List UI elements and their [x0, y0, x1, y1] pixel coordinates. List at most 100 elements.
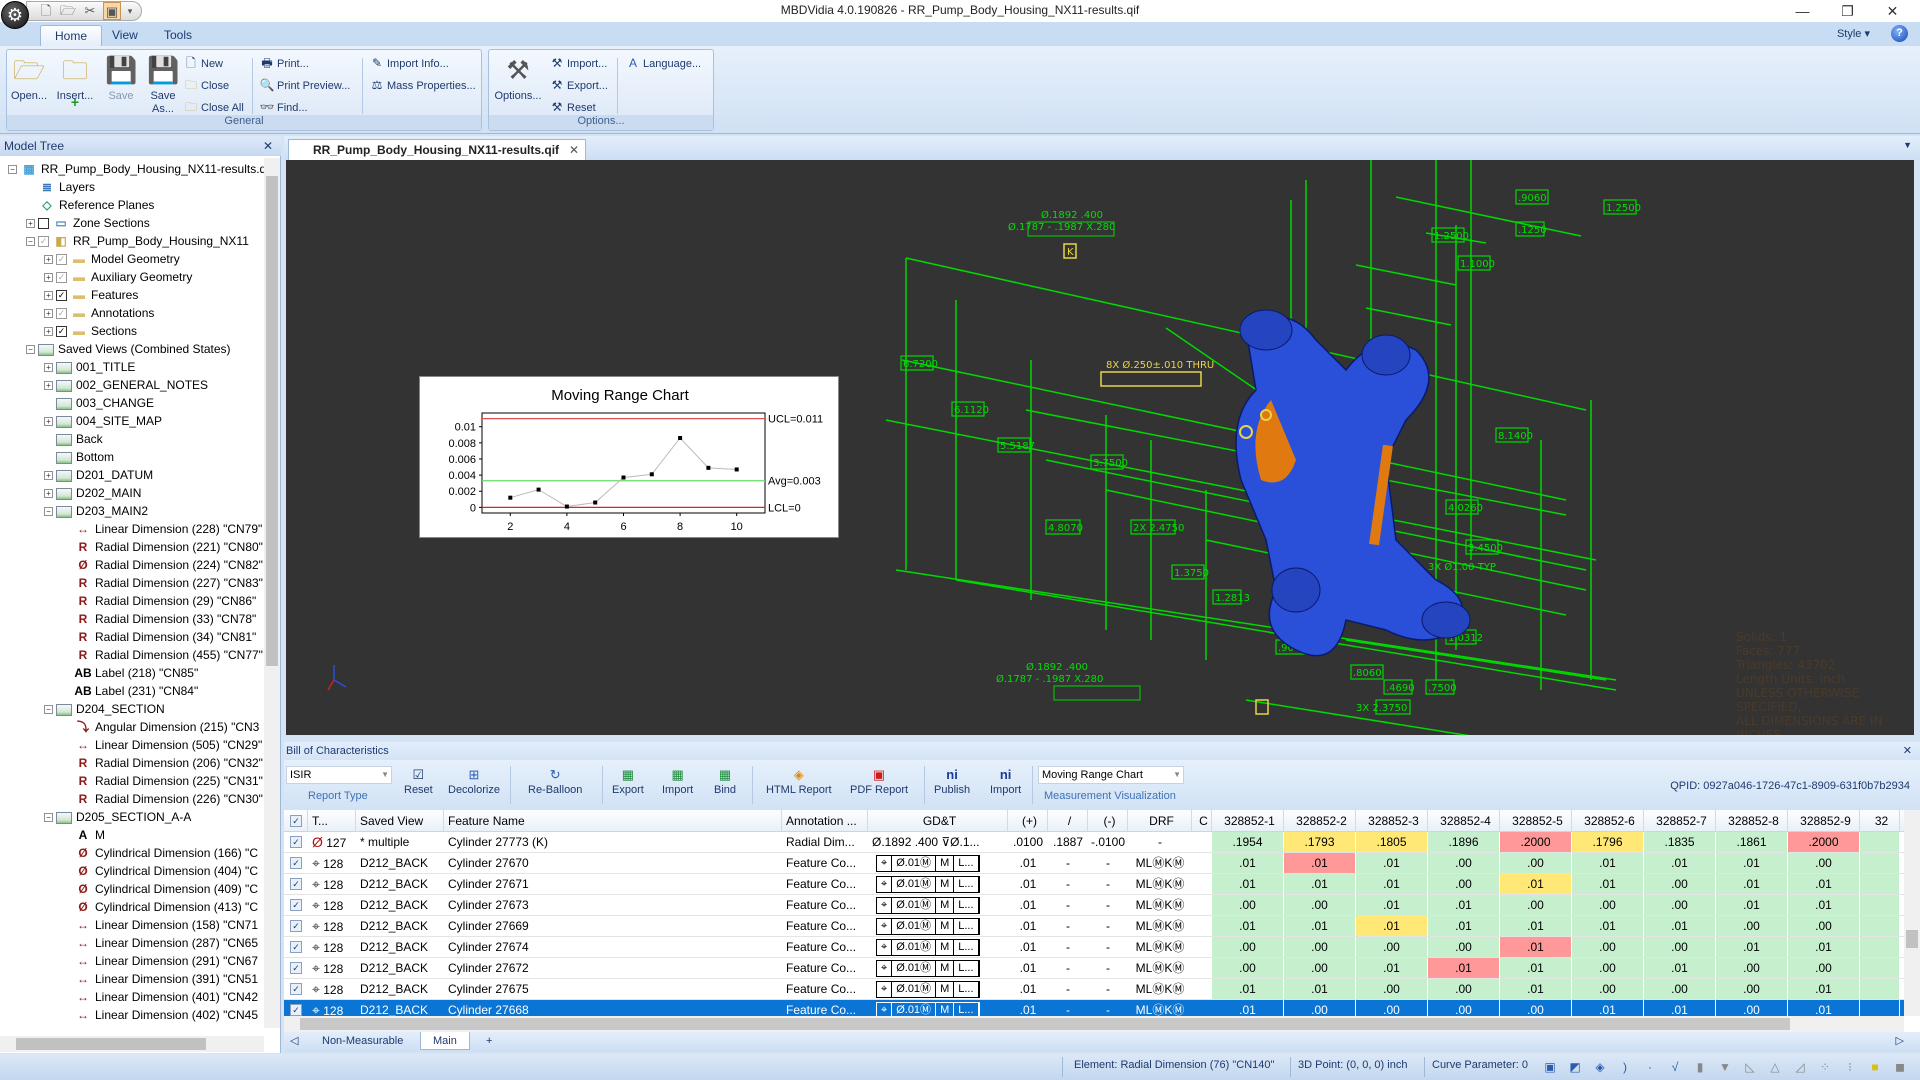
filter-cloud-icon[interactable]: ⁘ [1815, 1057, 1835, 1077]
help-icon[interactable]: ? [1891, 25, 1908, 42]
tree-node[interactable]: 003_CHANGE [44, 394, 154, 412]
measurement-cell[interactable]: .00 [1500, 1000, 1572, 1016]
column-header[interactable]: 328852-8 [1716, 810, 1788, 832]
application-menu-button[interactable]: ⚙ [1, 1, 29, 29]
grid-vertical-scrollbar[interactable] [1904, 810, 1920, 1016]
column-header[interactable]: DRF [1128, 810, 1192, 832]
tree-node[interactable]: ↔ Linear Dimension (228) "CN79" [62, 520, 262, 538]
measurement-cell[interactable]: .00 [1356, 979, 1428, 999]
measurement-cell[interactable]: .00 [1788, 916, 1860, 936]
measurement-cell[interactable]: .00 [1212, 937, 1284, 957]
reballoon-button[interactable]: ↻ Re-Balloon [528, 766, 582, 797]
row-checkbox[interactable]: ✓ [290, 941, 302, 953]
measurement-cell[interactable]: .01 [1284, 853, 1356, 873]
row-checkbox[interactable]: ✓ [290, 836, 302, 848]
column-header[interactable]: Annotation ... [782, 810, 868, 832]
measurement-cell[interactable]: .00 [1788, 958, 1860, 978]
tree-node[interactable]: R Radial Dimension (206) "CN32" [62, 754, 263, 772]
measurement-cell[interactable]: .01 [1644, 1000, 1716, 1016]
tree-node[interactable]: +002_GENERAL_NOTES [44, 376, 208, 394]
expand-icon[interactable]: + [44, 363, 53, 373]
filter-misc-icon[interactable]: ◼ [1890, 1057, 1910, 1077]
tree-node[interactable]: ↔ Linear Dimension (291) "CN67 [62, 952, 258, 970]
column-header[interactable]: GD&T [868, 810, 1008, 832]
tree-node[interactable]: AB Label (231) "CN84" [62, 682, 198, 700]
tree-node[interactable]: ↔ Linear Dimension (158) "CN71 [62, 916, 258, 934]
expand-icon[interactable]: + [44, 327, 53, 337]
column-header[interactable]: (-) [1088, 810, 1128, 832]
sheet-scroll-left-icon[interactable]: ◁ [284, 1032, 304, 1050]
measurement-cell[interactable]: .01 [1428, 895, 1500, 915]
tree-hscroll-thumb[interactable] [16, 1038, 206, 1050]
expand-icon[interactable]: + [44, 273, 53, 283]
measurement-cell[interactable]: .00 [1356, 937, 1428, 957]
tree-node[interactable]: ↔ Linear Dimension (505) "CN29" [62, 736, 262, 754]
expand-icon[interactable]: + [44, 255, 53, 265]
visibility-checkbox[interactable]: ✓ [56, 272, 67, 284]
column-header[interactable]: Saved View [356, 810, 444, 832]
boc-close-button[interactable]: ✕ [1903, 742, 1912, 760]
measurement-cell[interactable] [1860, 937, 1900, 957]
decolorize-button[interactable]: ⊞ Decolorize [448, 766, 500, 797]
find-button[interactable]: 👓 Find... [259, 98, 308, 116]
measurement-cell[interactable]: .01 [1428, 958, 1500, 978]
collapse-icon[interactable]: − [26, 345, 35, 355]
visibility-checkbox[interactable]: ✓ [56, 254, 67, 266]
table-row[interactable]: ✓ Ø 127 * multiple Cylinder 27773 (K) Radial… [284, 832, 1904, 853]
tree-node[interactable]: + D201_DATUM [44, 466, 153, 484]
restore-button[interactable]: ❐ [1825, 0, 1870, 22]
measurement-cell[interactable]: .01 [1572, 1000, 1644, 1016]
sheet-tab-non-measurable[interactable]: Non-Measurable [310, 1032, 415, 1050]
close-all-button[interactable]: 🗀 Close All [183, 98, 244, 116]
expand-icon[interactable]: + [44, 471, 53, 481]
tree-node[interactable]: + ✓ ▬ Model Geometry [44, 250, 180, 268]
reset-button[interactable]: ☑ Reset [404, 766, 433, 797]
measurement-cell[interactable]: .00 [1572, 979, 1644, 999]
measurement-cell[interactable]: .01 [1212, 916, 1284, 936]
tree-scroll-thumb[interactable] [266, 176, 278, 666]
row-checkbox[interactable]: ✓ [290, 1004, 302, 1016]
document-tab[interactable]: RR_Pump_Body_Housing_NX11-results.qif ✕ [288, 139, 587, 160]
measurement-cell[interactable]: .00 [1572, 895, 1644, 915]
measurement-cell[interactable]: .01 [1212, 853, 1284, 873]
expand-icon[interactable]: + [44, 417, 53, 427]
measurement-cell[interactable]: .00 [1716, 1000, 1788, 1016]
3d-viewport[interactable]: .9060 1.2500 1.2500 .1250 1.1000 6.7200 … [286, 160, 1914, 735]
measurement-cell[interactable]: .01 [1212, 979, 1284, 999]
column-header[interactable]: 328852-2 [1284, 810, 1356, 832]
measurement-cell[interactable]: .01 [1716, 853, 1788, 873]
tree-node[interactable]: − D205_SECTION_A-A [44, 808, 191, 826]
column-header[interactable]: Feature Name [444, 810, 782, 832]
filter-vertex-icon[interactable]: √ [1665, 1057, 1685, 1077]
measurement-cell[interactable]: .01 [1644, 853, 1716, 873]
filter-face-icon[interactable]: ◈ [1590, 1057, 1610, 1077]
measurement-cell[interactable]: .01 [1284, 979, 1356, 999]
options-import-button[interactable]: ⚒ Import... [549, 54, 608, 72]
row-checkbox[interactable]: ✓ [290, 878, 302, 890]
column-header[interactable]: 328852-4 [1428, 810, 1500, 832]
grid-horizontal-scrollbar[interactable] [284, 1016, 1904, 1032]
measurement-cell[interactable]: .2000 [1788, 832, 1860, 852]
tree-node[interactable]: − ✓ ◧ RR_Pump_Body_Housing_NX11 [26, 232, 249, 250]
mass-properties-button[interactable]: ⚖ Mass Properties... [369, 76, 476, 94]
expand-icon[interactable]: + [26, 219, 35, 229]
select-all-checkbox[interactable]: ✓ [290, 815, 302, 827]
bind-button[interactable]: ▦ Bind [714, 766, 736, 797]
tab-list-dropdown-icon[interactable]: ▼ [1903, 140, 1912, 150]
filter-plane-icon[interactable]: ▮ [1690, 1057, 1710, 1077]
table-row[interactable]: ✓ ⌖ 128 D212_BACK Cylinder 27672 Feature Co.… [284, 958, 1904, 979]
tree-node[interactable]: Ø Cylindrical Dimension (166) "C [62, 844, 258, 862]
save-button[interactable]: 💾 Save [101, 54, 141, 103]
tree-node[interactable]: Back [44, 430, 103, 448]
document-tab-close-icon[interactable]: ✕ [569, 140, 579, 160]
measurement-cell[interactable]: .01 [1428, 916, 1500, 936]
measurement-cell[interactable]: .00 [1644, 895, 1716, 915]
row-checkbox[interactable]: ✓ [290, 962, 302, 974]
import-button[interactable]: ▦ Import [662, 766, 693, 797]
tab-tools[interactable]: Tools [150, 25, 206, 46]
measurement-cell[interactable]: .00 [1428, 853, 1500, 873]
measurement-cell[interactable]: .01 [1572, 853, 1644, 873]
tree-node[interactable]: + ✓ ▬ Sections [44, 322, 137, 340]
sheet-tab-main[interactable]: Main [420, 1032, 470, 1050]
visibility-checkbox[interactable]: ✓ [56, 290, 67, 302]
